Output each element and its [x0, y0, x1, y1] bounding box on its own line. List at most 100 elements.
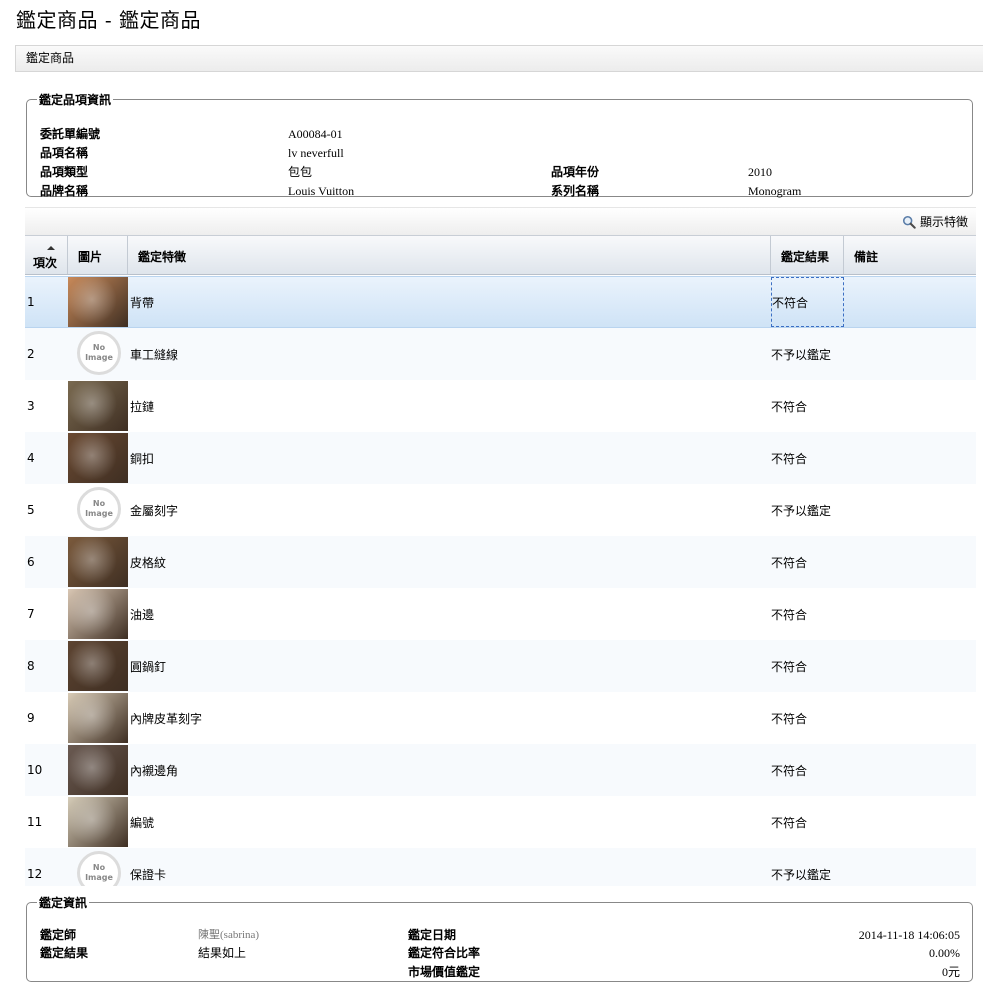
row-index: 5 [27, 503, 35, 517]
table-row[interactable]: 5 No Image 金屬刻字 不予以鑑定 [25, 484, 976, 536]
rivet-photo[interactable] [68, 641, 128, 691]
serial-photo[interactable] [68, 797, 128, 847]
column-header-index-label: 項次 [33, 256, 58, 270]
row-feature: 內襯邊角 [130, 763, 179, 778]
brand-value: Louis Vuitton [288, 184, 355, 198]
row-result[interactable]: 不符合 [771, 536, 844, 588]
item-type-label: 品項類型 [40, 165, 89, 179]
edge-photo[interactable] [68, 589, 128, 639]
buckle-photo[interactable] [68, 433, 128, 483]
breadcrumb: 鑑定商品 [15, 45, 983, 72]
appraisal-date-label: 鑑定日期 [408, 928, 457, 942]
row-result[interactable]: 不符合 [771, 588, 844, 640]
row-image-cell[interactable] [68, 276, 128, 328]
row-image-cell[interactable] [68, 744, 128, 796]
brand-label: 品牌名稱 [40, 184, 89, 198]
table-row[interactable]: 12 No Image 保證卡 不予以鑑定 [25, 848, 976, 886]
lining-photo[interactable] [68, 745, 128, 795]
show-features-label: 顯示特徵 [919, 215, 968, 229]
item-year-value: 2010 [748, 165, 772, 179]
appraisal-result-value: 結果如上 [198, 946, 247, 960]
breadcrumb-label: 鑑定商品 [26, 51, 75, 65]
series-value: Monogram [748, 184, 802, 198]
column-header-image[interactable]: 圖片 [68, 236, 128, 274]
table-row[interactable]: 1 背帶 不符合 [25, 276, 976, 328]
sort-up-icon [47, 246, 55, 250]
item-name-label: 品項名稱 [40, 146, 89, 160]
row-index: 8 [27, 659, 35, 673]
row-feature: 圓鍋釘 [130, 659, 167, 674]
column-header-feature[interactable]: 鑑定特徵 [128, 236, 771, 274]
page-title: 鑑定商品 - 鑑定商品 [16, 8, 201, 32]
row-result[interactable]: 不符合 [771, 692, 844, 744]
monogram-photo[interactable] [68, 537, 128, 587]
row-index: 9 [27, 711, 35, 725]
item-year-label: 品項年份 [551, 165, 600, 179]
row-result[interactable]: 不符合 [771, 796, 844, 848]
row-index: 1 [27, 295, 35, 309]
row-index: 2 [27, 347, 35, 361]
row-result[interactable]: 不符合 [771, 432, 844, 484]
row-result[interactable]: 不予以鑑定 [771, 328, 844, 380]
table-row[interactable]: 7 油邊 不符合 [25, 588, 976, 640]
table-row[interactable]: 6 皮格紋 不符合 [25, 536, 976, 588]
table-row[interactable]: 3 拉鏈 不符合 [25, 380, 976, 432]
row-image-cell[interactable]: No Image [68, 328, 128, 380]
show-features-button[interactable]: 顯示特徵 [902, 213, 968, 230]
column-header-image-label: 圖片 [78, 250, 103, 264]
magnifier-icon [902, 215, 916, 229]
table-row[interactable]: 2 No Image 車工縫線 不予以鑑定 [25, 328, 976, 380]
item-info-panel: 鑑定品項資訊 委託單編號 A00084-01 品項名稱 lv neverfull… [26, 91, 973, 198]
row-feature: 保證卡 [130, 867, 167, 882]
order-no-value: A00084-01 [288, 127, 343, 141]
row-index: 7 [27, 607, 35, 621]
market-value-label: 市場價值鑑定 [408, 965, 481, 979]
column-header-result[interactable]: 鑑定結果 [771, 236, 844, 274]
item-name-value: lv neverfull [288, 146, 344, 160]
row-image-cell[interactable] [68, 380, 128, 432]
grid-toolbar: 顯示特徵 [25, 207, 976, 235]
zipper-photo[interactable] [68, 381, 128, 431]
strap-photo[interactable] [68, 277, 128, 327]
row-feature: 拉鏈 [130, 399, 155, 414]
row-feature: 金屬刻字 [130, 503, 179, 518]
row-result[interactable]: 不符合 [771, 277, 844, 327]
row-image-cell[interactable] [68, 692, 128, 744]
row-result[interactable]: 不符合 [771, 744, 844, 796]
row-result[interactable]: 不予以鑑定 [771, 484, 844, 536]
row-image-cell[interactable] [68, 640, 128, 692]
tag-photo[interactable] [68, 693, 128, 743]
row-index: 3 [27, 399, 35, 413]
row-image-cell[interactable] [68, 588, 128, 640]
row-image-cell[interactable]: No Image [68, 484, 128, 536]
table-row[interactable]: 4 銅扣 不符合 [25, 432, 976, 484]
row-image-cell[interactable] [68, 796, 128, 848]
series-label: 系列名稱 [551, 184, 600, 198]
column-header-note[interactable]: 備註 [844, 236, 976, 274]
appraisal-info-legend: 鑑定資訊 [39, 896, 88, 910]
no-image-text: Image [85, 353, 113, 362]
row-image-cell[interactable]: No Image [68, 848, 128, 886]
row-index: 6 [27, 555, 35, 569]
table-row[interactable]: 8 圓鍋釘 不符合 [25, 640, 976, 692]
column-header-index[interactable]: 項次 [25, 236, 68, 274]
row-result[interactable]: 不符合 [771, 640, 844, 692]
row-result[interactable]: 不符合 [771, 380, 844, 432]
row-feature: 內牌皮革刻字 [130, 711, 203, 726]
row-image-cell[interactable] [68, 432, 128, 484]
row-index: 10 [27, 763, 43, 777]
row-result[interactable]: 不予以鑑定 [771, 848, 844, 886]
row-index: 12 [27, 867, 43, 881]
table-row[interactable]: 10 內襯邊角 不符合 [25, 744, 976, 796]
row-feature: 銅扣 [130, 451, 155, 466]
appraiser-value: 陳聖(sabrina) [198, 929, 260, 941]
no-image-text: No [92, 863, 106, 872]
row-feature: 編號 [130, 815, 155, 830]
row-image-cell[interactable] [68, 536, 128, 588]
row-feature: 油邊 [130, 607, 155, 622]
table-row[interactable]: 9 內牌皮革刻字 不符合 [25, 692, 976, 744]
item-info-legend: 鑑定品項資訊 [39, 93, 112, 107]
match-rate-value: 0.00% [929, 946, 960, 960]
table-row[interactable]: 11 編號 不符合 [25, 796, 976, 848]
no-image-icon: No Image [77, 487, 121, 531]
